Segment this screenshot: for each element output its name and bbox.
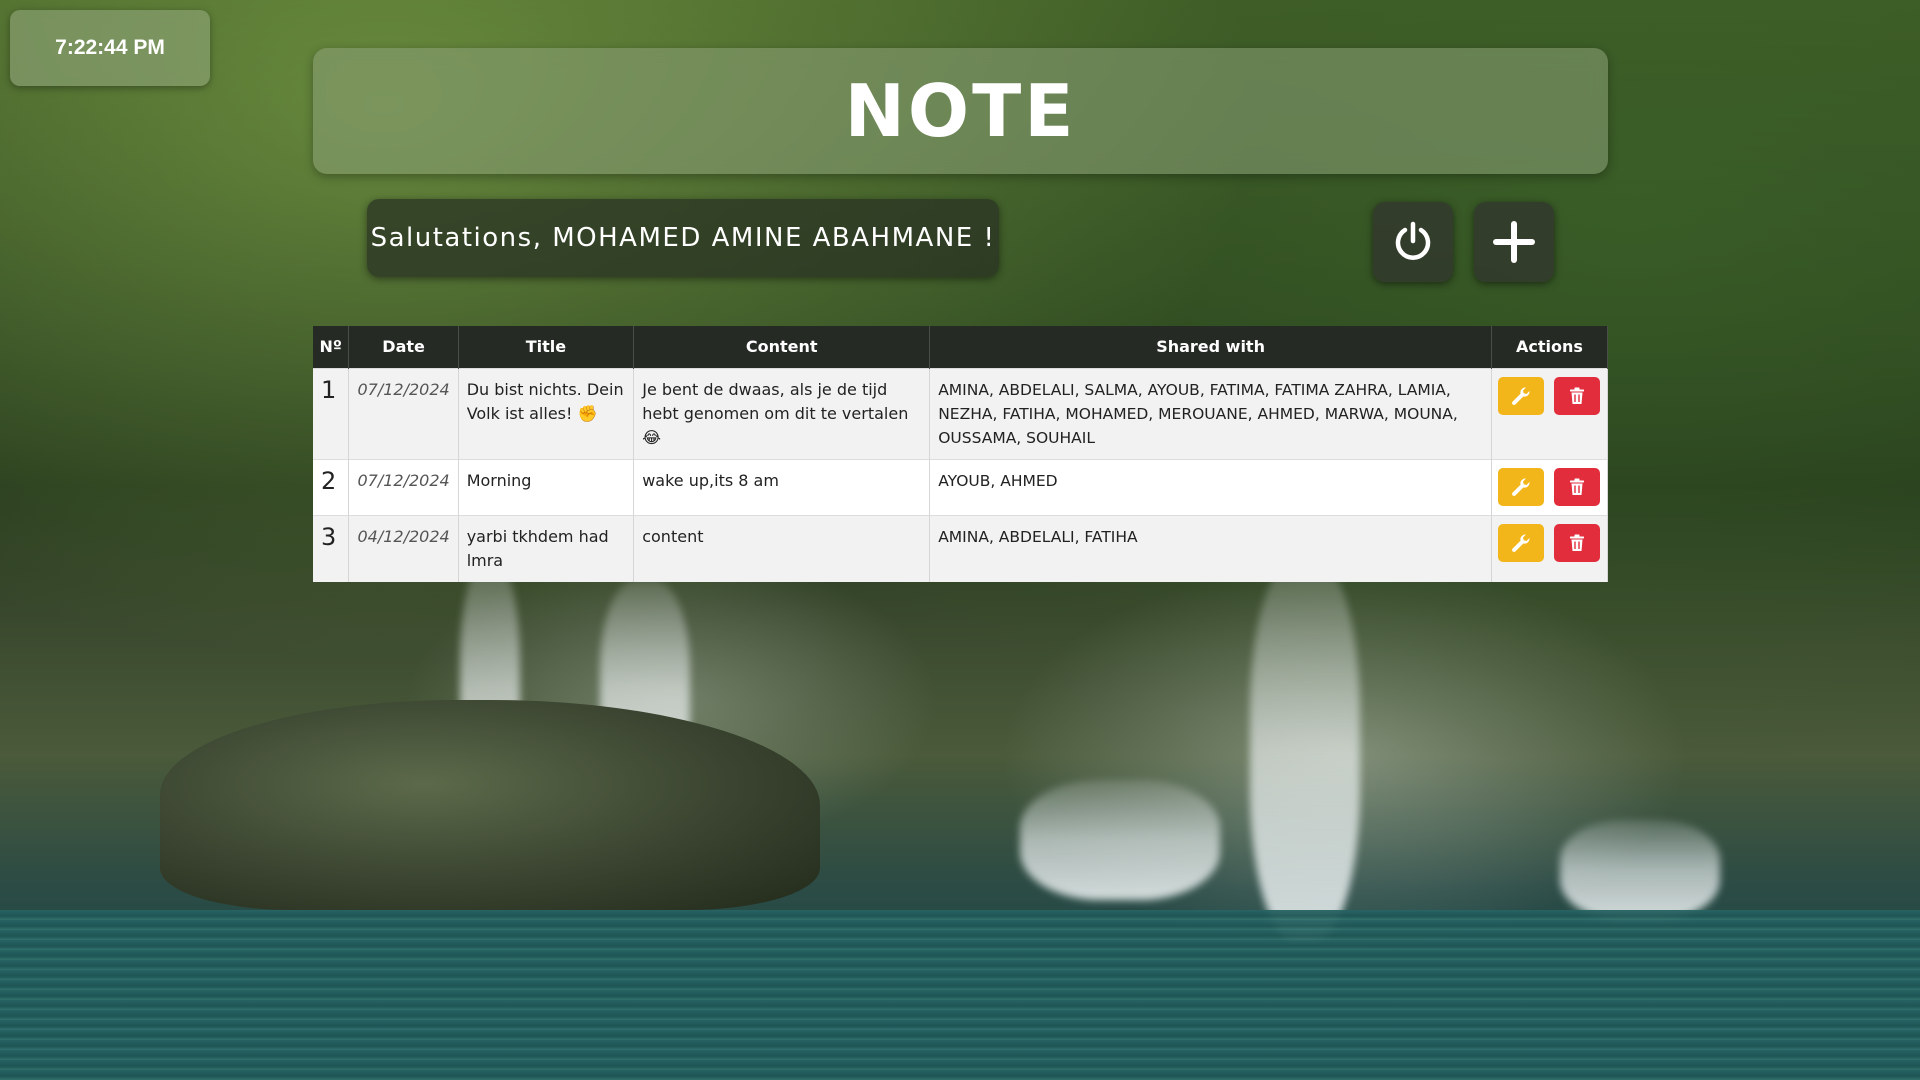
column-header-actions: Actions [1491,326,1609,368]
row-content: Je bent de dwaas, als je de tijd hebt ge… [633,367,931,459]
plus-icon [1493,221,1535,263]
table-header-row: Nº Date Title Content Shared with Action… [313,326,1609,368]
row-title: Morning [458,458,635,515]
app-title: NOTE [844,69,1077,153]
wrench-icon [1512,386,1530,405]
delete-button[interactable] [1554,523,1601,562]
power-icon [1395,221,1431,260]
column-header-title: Title [458,326,635,368]
row-date: 07/12/2024 [348,367,459,459]
row-date: 04/12/2024 [348,514,459,582]
delete-button[interactable] [1554,467,1601,506]
wrench-icon [1512,533,1530,552]
row-content: content [633,514,931,582]
row-number: 1 [313,367,350,459]
greeting-box: Salutations, MOHAMED AMINE ABAHMANE ! [367,199,999,277]
column-header-shared: Shared with [929,326,1492,368]
delete-button[interactable] [1554,376,1601,415]
column-header-num: Nº [313,326,350,368]
row-actions [1491,367,1609,459]
clock-time: 7:22:44 PM [55,36,165,59]
row-actions [1491,514,1609,582]
row-number: 2 [313,458,350,515]
edit-button[interactable] [1497,467,1544,506]
table-row: 1 07/12/2024 Du bist nichts. Dein Volk i… [313,367,1609,459]
row-number: 3 [313,514,350,582]
table-row: 2 07/12/2024 Morning wake up,its 8 am AY… [313,458,1609,515]
row-content: wake up,its 8 am [633,458,931,515]
trash-icon [1570,387,1585,404]
column-header-date: Date [348,326,459,368]
row-shared-with: AMINA, ABDELALI, FATIHA [929,514,1492,582]
row-title: yarbi tkhdem had lmra [458,514,635,582]
table-row: 3 04/12/2024 yarbi tkhdem had lmra conte… [313,514,1609,582]
wrench-icon [1512,477,1530,496]
logout-button[interactable] [1373,202,1453,282]
row-actions [1491,458,1609,515]
trash-icon [1570,534,1585,551]
app-banner: NOTE [313,48,1608,174]
edit-button[interactable] [1497,523,1544,562]
row-shared-with: AMINA, ABDELALI, SALMA, AYOUB, FATIMA, F… [929,367,1492,459]
edit-button[interactable] [1497,376,1544,415]
trash-icon [1570,478,1585,495]
add-note-button[interactable] [1474,202,1554,282]
column-header-content: Content [633,326,931,368]
row-title: Du bist nichts. Dein Volk ist alles! ✊ [458,367,635,459]
clock-display: 7:22:44 PM [10,10,210,86]
row-date: 07/12/2024 [348,458,459,515]
row-shared-with: AYOUB, AHMED [929,458,1492,515]
greeting-text: Salutations, MOHAMED AMINE ABAHMANE ! [370,223,996,253]
notes-table: Nº Date Title Content Shared with Action… [313,326,1609,582]
